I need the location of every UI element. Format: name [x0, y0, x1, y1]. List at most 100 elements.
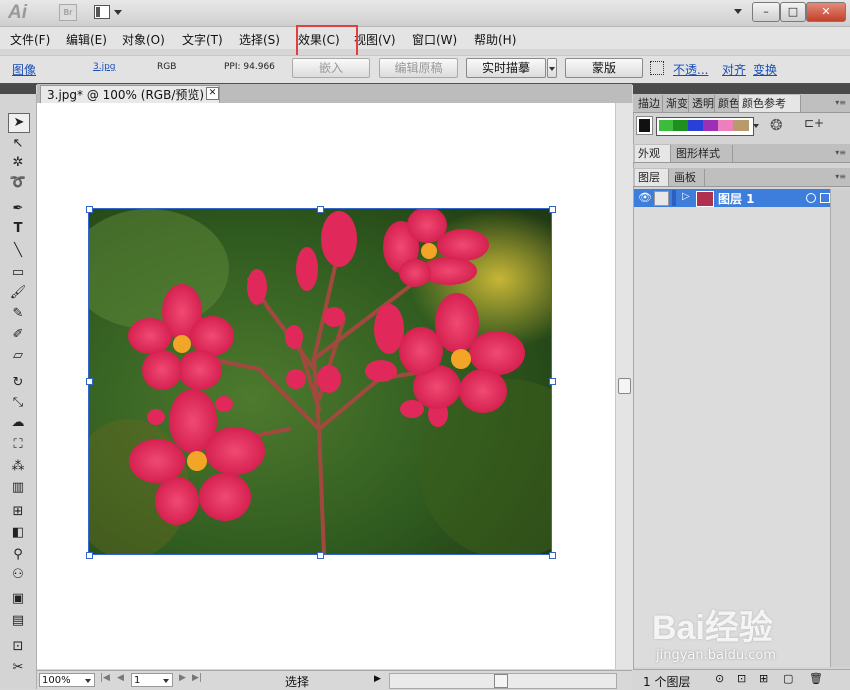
symbol-sprayer-tool-icon[interactable]: ⁂ — [8, 458, 28, 476]
linked-file-link[interactable]: 3.jpg — [93, 62, 116, 72]
expand-layer-icon[interactable]: ▷ — [682, 191, 690, 202]
handle-top-left[interactable] — [86, 206, 93, 213]
next-artboard-icon[interactable]: ▶ — [179, 673, 186, 683]
rectangle-tool-icon[interactable]: ▭ — [8, 264, 28, 282]
warp-tool-icon[interactable]: ☁ — [8, 414, 28, 432]
edit-colors-icon[interactable]: ❂ — [770, 116, 783, 134]
blend-tool-icon[interactable]: ⚇ — [8, 566, 28, 584]
right-panel-header[interactable] — [633, 84, 850, 94]
horizontal-scroll-thumb[interactable] — [494, 674, 508, 688]
handle-bottom-right[interactable] — [549, 552, 556, 559]
selection-indicator[interactable] — [820, 193, 830, 203]
make-clipping-mask-icon[interactable]: ⊡ — [737, 672, 746, 685]
live-trace-button[interactable]: 实时描摹 — [466, 58, 546, 78]
free-transform-tool-icon[interactable]: ⛶ — [8, 436, 28, 454]
locate-object-icon[interactable]: ⊙ — [715, 672, 724, 685]
target-icon[interactable] — [806, 193, 816, 203]
layer-row[interactable]: 👁 ▷ 图层 1 — [634, 189, 830, 207]
align-link[interactable]: 对齐 — [722, 61, 746, 78]
tab-color[interactable]: 颜色 — [715, 95, 739, 112]
harmony-swatch[interactable] — [718, 120, 733, 131]
slice-tool-icon[interactable]: ✂ — [8, 659, 28, 677]
magic-wand-tool-icon[interactable]: ✲ — [8, 154, 28, 172]
scale-tool-icon[interactable]: ⤡ — [8, 394, 28, 412]
panel-menu-icon[interactable]: ▾≡ — [835, 172, 846, 181]
menu-file[interactable]: 文件(F) — [10, 31, 50, 48]
close-tab-icon[interactable]: ✕ — [206, 87, 219, 100]
harmony-swatch[interactable] — [733, 120, 749, 131]
lasso-tool-icon[interactable]: ➰ — [8, 174, 28, 192]
minimize-button[interactable]: – — [752, 2, 780, 22]
direct-selection-tool-icon[interactable]: ↖ — [8, 135, 28, 153]
arrange-documents-button[interactable] — [94, 4, 124, 20]
pencil-tool-icon[interactable]: ✎ — [8, 305, 28, 323]
artboard-tool-icon[interactable]: ⊡ — [8, 638, 28, 656]
eyedropper-tool-icon[interactable]: ⚲ — [8, 546, 28, 564]
live-paint-tool-icon[interactable]: ▣ — [8, 590, 28, 608]
eraser-tool-icon[interactable]: ▱ — [8, 347, 28, 365]
harmony-swatch[interactable] — [659, 120, 673, 131]
panel-menu-icon[interactable]: ▾≡ — [835, 148, 846, 157]
tab-graphic-styles[interactable]: 图形样式 — [673, 145, 733, 162]
object-type-link[interactable]: 图像 — [12, 61, 36, 78]
previous-artboard-icon[interactable]: ◀ — [117, 673, 124, 683]
harmony-swatch[interactable] — [673, 120, 688, 131]
graph-tool-icon[interactable]: ▥ — [8, 479, 28, 497]
mesh-tool-icon[interactable]: ⊞ — [8, 503, 28, 521]
gradient-tool-icon[interactable]: ◧ — [8, 524, 28, 542]
transform-proxy-icon[interactable] — [650, 61, 664, 75]
handle-top-right[interactable] — [549, 206, 556, 213]
menu-help[interactable]: 帮助(H) — [474, 31, 516, 48]
delete-layer-icon[interactable]: 🗑 — [809, 672, 823, 685]
artboard-dropdown-icon[interactable] — [163, 679, 169, 683]
document-tab[interactable]: 3.jpg* @ 100% (RGB/预览) — [40, 85, 220, 103]
mask-button[interactable]: 蒙版 — [565, 58, 643, 78]
tab-gradient[interactable]: 渐变 — [663, 95, 689, 112]
selection-tool-icon[interactable]: ➤ — [8, 113, 30, 133]
tab-layers[interactable]: 图层 — [635, 169, 669, 186]
first-artboard-icon[interactable]: |◀ — [100, 673, 110, 683]
tab-artboards[interactable]: 画板 — [671, 169, 705, 186]
opacity-link[interactable]: 不透... — [673, 61, 708, 78]
paintbrush-tool-icon[interactable]: 🖌 — [8, 284, 28, 302]
tab-stroke[interactable]: 描边 — [635, 95, 663, 112]
tab-color-guide[interactable]: 颜色参考 — [739, 95, 801, 112]
harmony-swatch[interactable] — [688, 120, 703, 131]
live-trace-dropdown[interactable] — [547, 58, 557, 78]
handle-top-middle[interactable] — [317, 206, 324, 213]
status-menu-arrow-icon[interactable]: ▶ — [374, 674, 381, 684]
harmony-dropdown-icon[interactable] — [753, 124, 759, 128]
menu-window[interactable]: 窗口(W) — [412, 31, 457, 48]
lock-toggle[interactable] — [654, 191, 669, 206]
panel-menu-icon[interactable]: ▾≡ — [835, 98, 846, 107]
menu-edit[interactable]: 编辑(E) — [66, 31, 107, 48]
tab-appearance[interactable]: 外观 — [635, 145, 671, 162]
menu-view[interactable]: 视图(V) — [354, 31, 396, 48]
menu-type[interactable]: 文字(T) — [182, 31, 223, 48]
vertical-scroll-thumb[interactable] — [618, 378, 631, 394]
zoom-dropdown-icon[interactable] — [85, 679, 91, 683]
transform-link[interactable]: 变换 — [753, 61, 777, 78]
tools-panel-header[interactable] — [0, 84, 36, 94]
handle-middle-right[interactable] — [549, 378, 556, 385]
handle-middle-left[interactable] — [86, 378, 93, 385]
layers-scrollbar[interactable] — [830, 189, 850, 667]
handle-bottom-left[interactable] — [86, 552, 93, 559]
harmony-swatch-strip[interactable] — [656, 117, 754, 136]
base-color-swatch[interactable] — [636, 116, 653, 135]
save-color-group-icon[interactable]: ⊏+ — [804, 116, 824, 130]
workspace-dropdown-icon[interactable] — [734, 9, 742, 14]
pen-tool-icon[interactable]: ✒ — [8, 200, 28, 218]
blob-brush-tool-icon[interactable]: ✐ — [8, 326, 28, 344]
tab-transparency[interactable]: 透明 — [689, 95, 715, 112]
visibility-eye-icon[interactable]: 👁 — [638, 191, 652, 204]
line-tool-icon[interactable]: ╲ — [8, 242, 28, 260]
last-artboard-icon[interactable]: ▶| — [192, 673, 202, 683]
column-graph-tool-icon[interactable]: ▤ — [8, 612, 28, 630]
close-button[interactable]: ✕ — [806, 2, 846, 22]
new-layer-icon[interactable]: ▢ — [783, 672, 793, 685]
bridge-button[interactable]: Br — [59, 4, 77, 21]
edit-original-button[interactable]: 编辑原稿 — [379, 58, 458, 78]
layer-name[interactable]: 图层 1 — [718, 190, 755, 207]
menu-object[interactable]: 对象(O) — [122, 31, 165, 48]
